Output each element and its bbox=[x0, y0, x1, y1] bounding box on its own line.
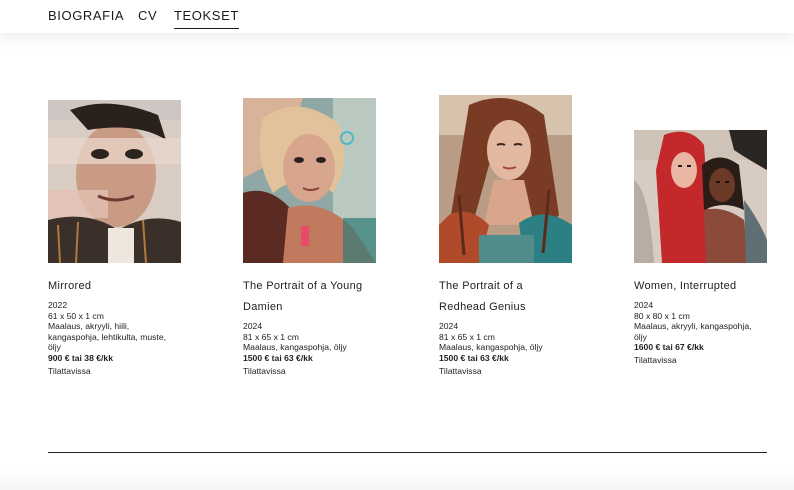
artwork-image-mirrored[interactable] bbox=[48, 100, 181, 263]
artwork-medium: öljy bbox=[48, 342, 61, 352]
artwork-price: 1500 € tai 63 €/kk bbox=[243, 352, 313, 363]
artwork-title-line: Redhead Genius bbox=[439, 301, 526, 313]
artwork-size: 81 x 65 x 1 cm bbox=[243, 331, 299, 342]
artwork-availability: Tilattavissa bbox=[439, 366, 482, 376]
bottom-fade bbox=[0, 470, 794, 490]
artwork-availability: Tilattavissa bbox=[634, 355, 677, 365]
section-divider bbox=[48, 452, 767, 453]
artwork-title-line: Damien bbox=[243, 301, 283, 313]
artwork-price: 1500 € tai 63 €/kk bbox=[439, 352, 509, 363]
artwork-availability: Tilattavissa bbox=[243, 366, 286, 376]
artwork-title[interactable]: Mirrored bbox=[48, 276, 198, 297]
artwork-title-line: The Portrait of a Young bbox=[243, 280, 363, 292]
top-navigation: BIOGRAFIA CV TEOKSET bbox=[0, 0, 794, 33]
artwork-year: 2022 bbox=[48, 300, 68, 310]
artwork-size: 61 x 50 x 1 cm bbox=[48, 310, 104, 321]
artwork-availability: Tilattavissa bbox=[48, 366, 91, 376]
artwork-title[interactable]: The Portrait of a Redhead Genius bbox=[439, 276, 589, 318]
artwork-size: 81 x 65 x 1 cm bbox=[439, 331, 495, 342]
artwork-image-women-interrupted[interactable] bbox=[634, 130, 767, 263]
artwork-size: 80 x 80 x 1 cm bbox=[634, 310, 690, 321]
artwork-image-redhead-genius[interactable] bbox=[439, 95, 572, 263]
nav-biografia[interactable]: BIOGRAFIA bbox=[48, 8, 124, 23]
artwork-title-line: The Portrait of a bbox=[439, 280, 523, 292]
nav-teokset[interactable]: TEOKSET bbox=[174, 8, 239, 29]
artwork-title-line: Women, Interrupted bbox=[634, 280, 737, 292]
artwork-medium: öljy bbox=[634, 331, 647, 342]
artwork-medium: kangaspohja, lehtikulta, muste, bbox=[48, 331, 166, 342]
artwork-price: 900 € tai 38 €/kk bbox=[48, 352, 113, 363]
artwork-details: 2024 81 x 65 x 1 cm Maalaus, kangaspohja… bbox=[243, 321, 393, 363]
artwork-medium: Maalaus, kangaspohja, öljy bbox=[439, 342, 543, 352]
artwork-price: 1600 € tai 67 €/kk bbox=[634, 342, 704, 352]
artwork-title[interactable]: Women, Interrupted bbox=[634, 276, 784, 297]
artwork-year: 2024 bbox=[439, 321, 459, 331]
artwork-medium: Maalaus, akryyli, kangaspohja, bbox=[634, 321, 752, 331]
artwork-details: 2024 81 x 65 x 1 cm Maalaus, kangaspohja… bbox=[439, 321, 589, 363]
artwork-year: 2024 bbox=[243, 321, 263, 331]
artwork-title[interactable]: The Portrait of a Young Damien bbox=[243, 276, 393, 318]
artwork-title-line: Mirrored bbox=[48, 280, 92, 292]
artwork-medium: Maalaus, kangaspohja, öljy bbox=[243, 342, 347, 352]
artwork-details: 2024 80 x 80 x 1 cm Maalaus, akryyli, ka… bbox=[634, 300, 784, 353]
nav-cv[interactable]: CV bbox=[138, 8, 157, 23]
artwork-image-young-damien[interactable] bbox=[243, 98, 376, 263]
artwork-medium: Maalaus, akryyli, hiili, bbox=[48, 321, 130, 331]
artwork-details: 2022 61 x 50 x 1 cm Maalaus, akryyli, hi… bbox=[48, 300, 198, 363]
artwork-year: 2024 bbox=[634, 300, 654, 310]
